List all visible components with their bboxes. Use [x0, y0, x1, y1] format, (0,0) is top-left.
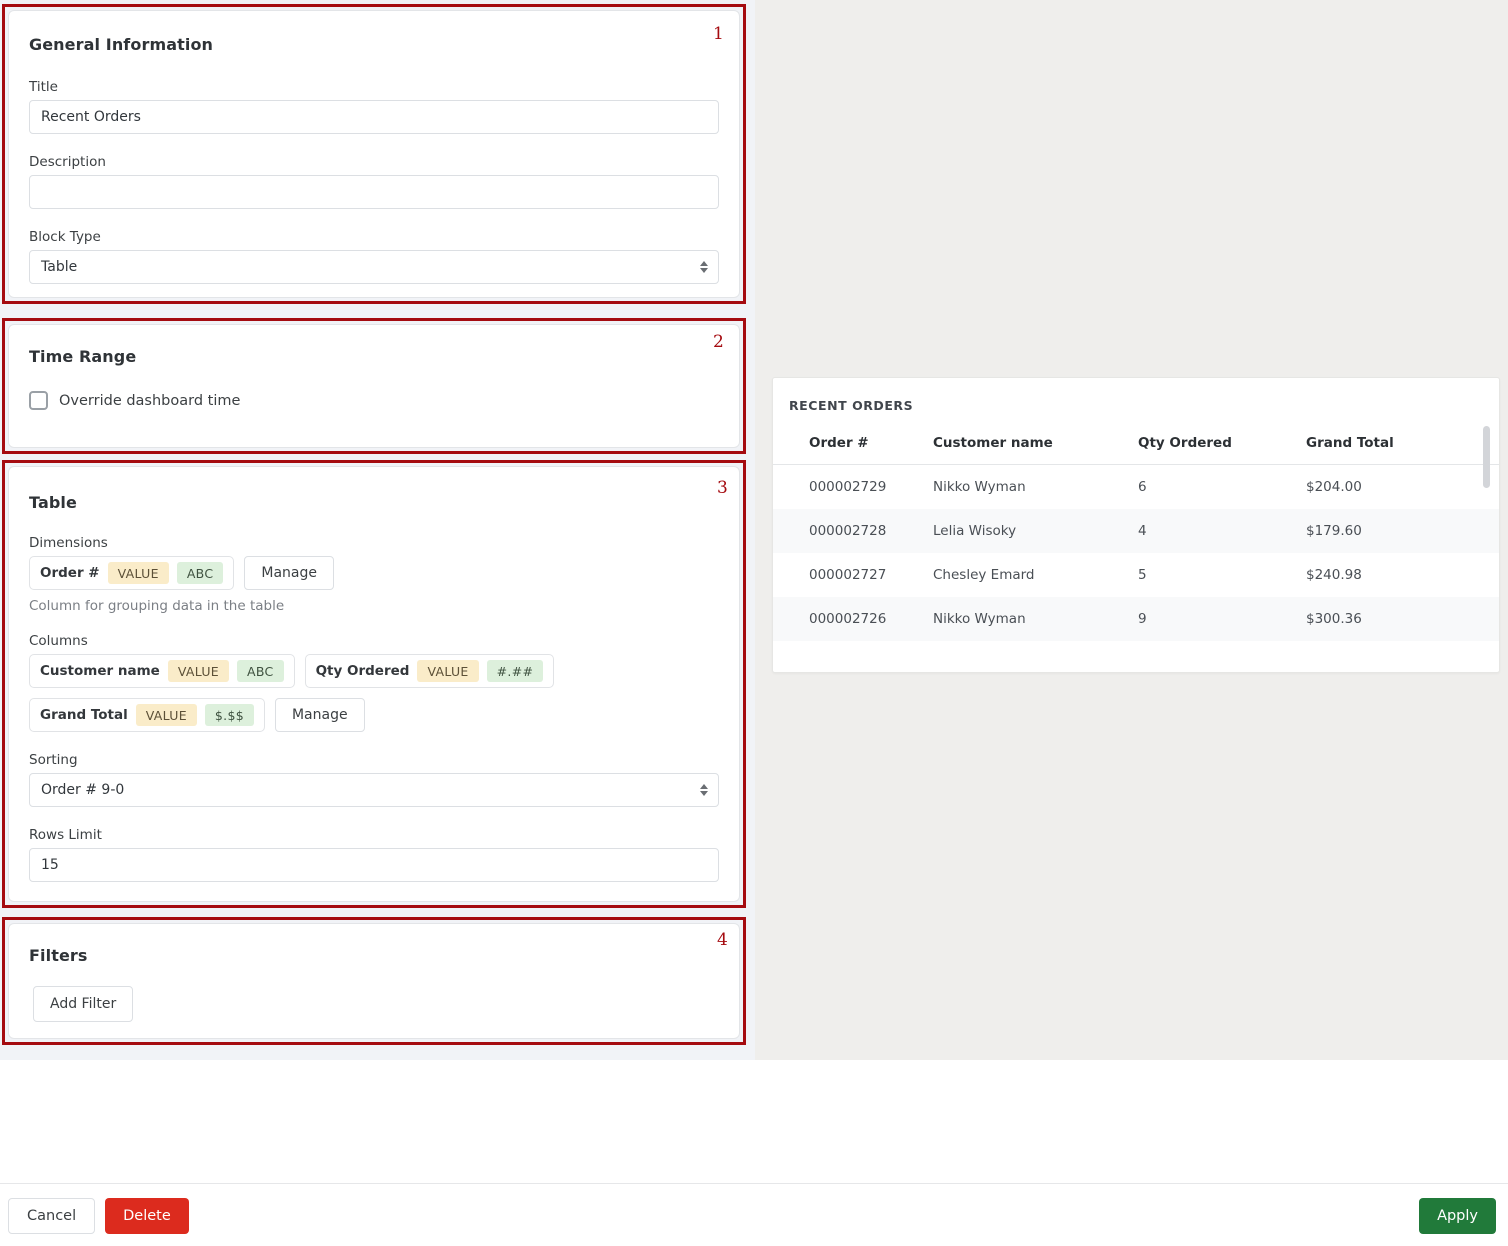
cell-grand-total: $300.36	[1296, 597, 1499, 641]
cell-grand-total: $179.60	[1296, 509, 1499, 553]
column-header-order[interactable]: Order #	[773, 427, 923, 465]
footer-right-actions: Apply	[1419, 1198, 1496, 1234]
preview-table-scrollbar[interactable]	[1483, 426, 1490, 661]
cell-order: 000002727	[773, 553, 923, 597]
cell-qty-ordered: 5	[1128, 553, 1296, 597]
preview-table-scrollbar-thumb[interactable]	[1483, 426, 1490, 488]
annotation-box-3	[2, 460, 746, 908]
cell-qty-ordered: 6	[1128, 465, 1296, 510]
annotation-number-4: 4	[717, 932, 728, 949]
preview-table: Order # Customer name Qty Ordered Grand …	[773, 427, 1499, 641]
preview-heading: RECENT ORDERS	[773, 378, 1499, 413]
cell-order: 000002726	[773, 597, 923, 641]
table-preview-card: RECENT ORDERS Order # Customer name Qty …	[772, 377, 1500, 673]
cell-customer-name: Chesley Emard	[923, 553, 1128, 597]
pane-divider	[748, 0, 755, 1060]
column-header-customer-name[interactable]: Customer name	[923, 427, 1128, 465]
cancel-button[interactable]: Cancel	[8, 1198, 95, 1234]
column-header-qty-ordered[interactable]: Qty Ordered	[1128, 427, 1296, 465]
cell-customer-name: Lelia Wisoky	[923, 509, 1128, 553]
annotation-box-2	[2, 318, 746, 454]
annotation-box-1	[2, 4, 746, 304]
editor-footer: Cancel Delete Apply	[0, 1183, 1508, 1246]
annotation-box-4	[2, 917, 746, 1045]
table-header-row: Order # Customer name Qty Ordered Grand …	[773, 427, 1499, 465]
cell-grand-total: $204.00	[1296, 465, 1499, 510]
annotation-number-2: 2	[713, 334, 724, 351]
cell-qty-ordered: 9	[1128, 597, 1296, 641]
annotation-number-1: 1	[713, 26, 724, 43]
table-row: 000002726 Nikko Wyman 9 $300.36	[773, 597, 1499, 641]
cell-customer-name: Nikko Wyman	[923, 597, 1128, 641]
table-row: 000002727 Chesley Emard 5 $240.98	[773, 553, 1499, 597]
table-row: 000002728 Lelia Wisoky 4 $179.60	[773, 509, 1499, 553]
cell-qty-ordered: 4	[1128, 509, 1296, 553]
annotation-number-3: 3	[717, 480, 728, 497]
footer-left-actions: Cancel Delete	[8, 1198, 189, 1234]
cell-order: 000002728	[773, 509, 923, 553]
table-row: 000002729 Nikko Wyman 6 $204.00	[773, 465, 1499, 510]
column-header-grand-total[interactable]: Grand Total	[1296, 427, 1499, 465]
apply-button[interactable]: Apply	[1419, 1198, 1496, 1234]
cell-order: 000002729	[773, 465, 923, 510]
block-editor-screen: General Information Title Description Bl…	[0, 0, 1508, 1246]
delete-button[interactable]: Delete	[105, 1198, 189, 1234]
cell-grand-total: $240.98	[1296, 553, 1499, 597]
cell-customer-name: Nikko Wyman	[923, 465, 1128, 510]
